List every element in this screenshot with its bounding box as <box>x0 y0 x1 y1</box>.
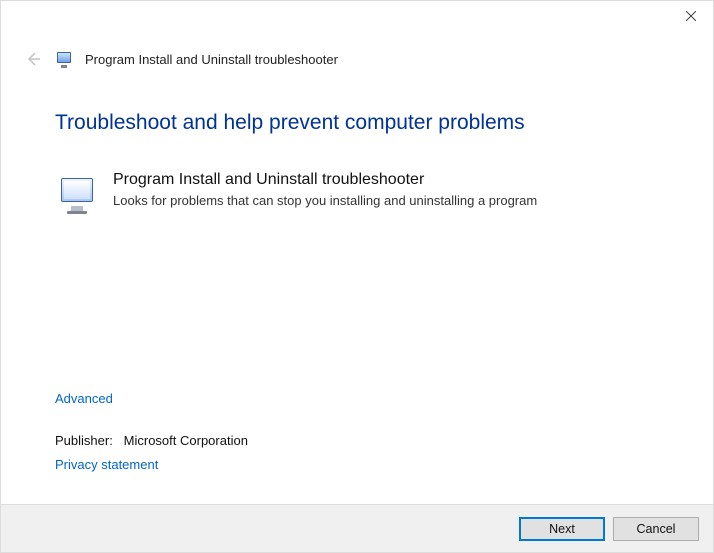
back-button <box>23 49 43 69</box>
close-button[interactable] <box>668 1 713 31</box>
publisher-row: Publisher: Microsoft Corporation <box>55 433 248 448</box>
publisher-value: Microsoft Corporation <box>124 433 248 448</box>
next-button[interactable]: Next <box>519 517 605 541</box>
monitor-icon <box>55 172 99 216</box>
cancel-button[interactable]: Cancel <box>613 517 699 541</box>
wizard-header: Program Install and Uninstall troublesho… <box>23 49 338 69</box>
back-arrow-icon <box>24 50 42 68</box>
wizard-title: Program Install and Uninstall troublesho… <box>85 52 338 67</box>
content-area: Troubleshoot and help prevent computer p… <box>55 111 673 216</box>
page-heading: Troubleshoot and help prevent computer p… <box>55 111 673 135</box>
troubleshooter-icon <box>55 50 73 68</box>
wizard-footer: Next Cancel <box>1 504 713 552</box>
item-description: Looks for problems that can stop you ins… <box>113 193 537 210</box>
troubleshooter-window: Program Install and Uninstall troublesho… <box>0 0 714 553</box>
close-icon <box>686 11 696 21</box>
item-text: Program Install and Uninstall troublesho… <box>113 170 537 210</box>
publisher-label: Publisher: <box>55 433 113 448</box>
privacy-statement-link[interactable]: Privacy statement <box>55 457 158 472</box>
troubleshooter-item: Program Install and Uninstall troublesho… <box>55 170 673 216</box>
item-title: Program Install and Uninstall troublesho… <box>113 170 537 191</box>
advanced-link[interactable]: Advanced <box>55 391 113 406</box>
